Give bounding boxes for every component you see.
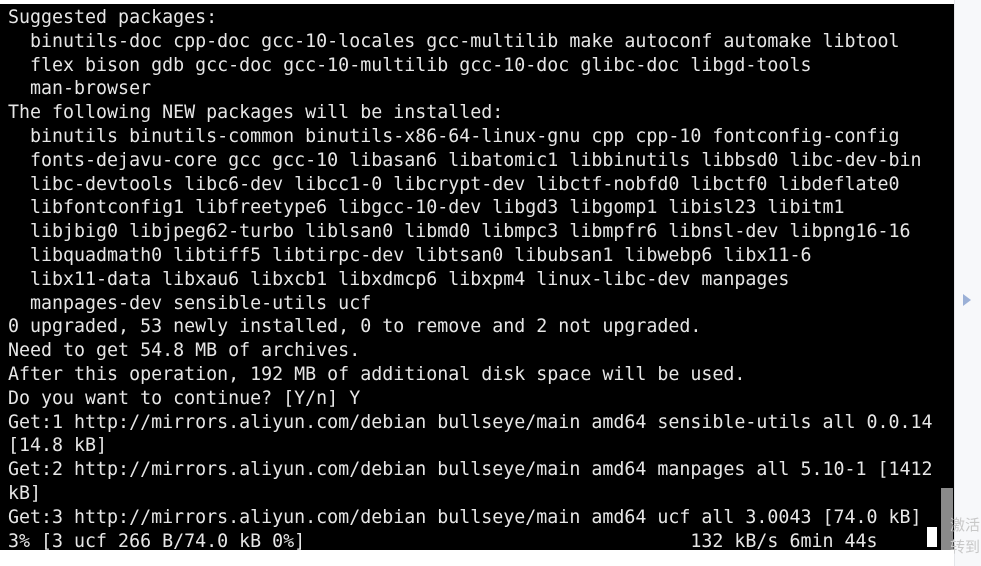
- terminal-line: flex bison gdb gcc-doc gcc-10-multilib g…: [8, 54, 812, 76]
- terminal-line: Get:1 http://mirrors.aliyun.com/debian b…: [8, 411, 933, 433]
- terminal-line: libjbig0 libjpeg62-turbo liblsan0 libmd0…: [8, 221, 911, 243]
- terminal-line: 0 upgraded, 53 newly installed, 0 to rem…: [8, 316, 702, 338]
- bottom-strip: [0, 550, 954, 566]
- terminal-output: Suggested packages: binutils-doc cpp-doc…: [8, 6, 933, 550]
- terminal-line: Do you want to continue? [Y/n] Y: [8, 387, 361, 409]
- terminal-line: [14.8 kB]: [8, 435, 108, 457]
- terminal-line: kB]: [8, 482, 42, 504]
- terminal-line: Need to get 54.8 MB of archives.: [8, 340, 361, 362]
- terminal-line: After this operation, 192 MB of addition…: [8, 363, 746, 385]
- activation-watermark: 激活 转到: [950, 516, 981, 556]
- expand-arrow-icon[interactable]: [963, 294, 971, 306]
- terminal-progress-line: 3% [3 ucf 266 B/74.0 kB 0%] 132 kB/s 6mi…: [8, 530, 878, 550]
- terminal-line: Get:2 http://mirrors.aliyun.com/debian b…: [8, 459, 933, 481]
- terminal-line: libx11-data libxau6 libxcb1 libxdmcp6 li…: [8, 268, 790, 290]
- terminal-scrollbar[interactable]: [940, 4, 954, 550]
- terminal-line: libquadmath0 libtiff5 libtirpc-dev libts…: [8, 244, 812, 266]
- terminal-line: Suggested packages:: [8, 7, 218, 28]
- terminal-line: binutils binutils-common binutils-x86-64…: [8, 125, 900, 147]
- screen: Suggested packages: binutils-doc cpp-doc…: [0, 0, 981, 566]
- terminal-window[interactable]: Suggested packages: binutils-doc cpp-doc…: [0, 4, 940, 550]
- terminal-line: Get:3 http://mirrors.aliyun.com/debian b…: [8, 506, 922, 528]
- terminal-line: The following NEW packages will be insta…: [8, 102, 504, 124]
- terminal-line: binutils-doc cpp-doc gcc-10-locales gcc-…: [8, 30, 900, 52]
- terminal-line: libfontconfig1 libfreetype6 libgcc-10-de…: [8, 197, 845, 219]
- terminal-line: libc-devtools libc6-dev libcc1-0 libcryp…: [8, 173, 900, 195]
- terminal-line: manpages-dev sensible-utils ucf: [8, 292, 372, 314]
- terminal-cursor: [927, 527, 937, 547]
- terminal-line: fonts-dejavu-core gcc gcc-10 libasan6 li…: [8, 149, 922, 171]
- side-panel: [954, 0, 981, 566]
- terminal-line: man-browser: [8, 78, 152, 100]
